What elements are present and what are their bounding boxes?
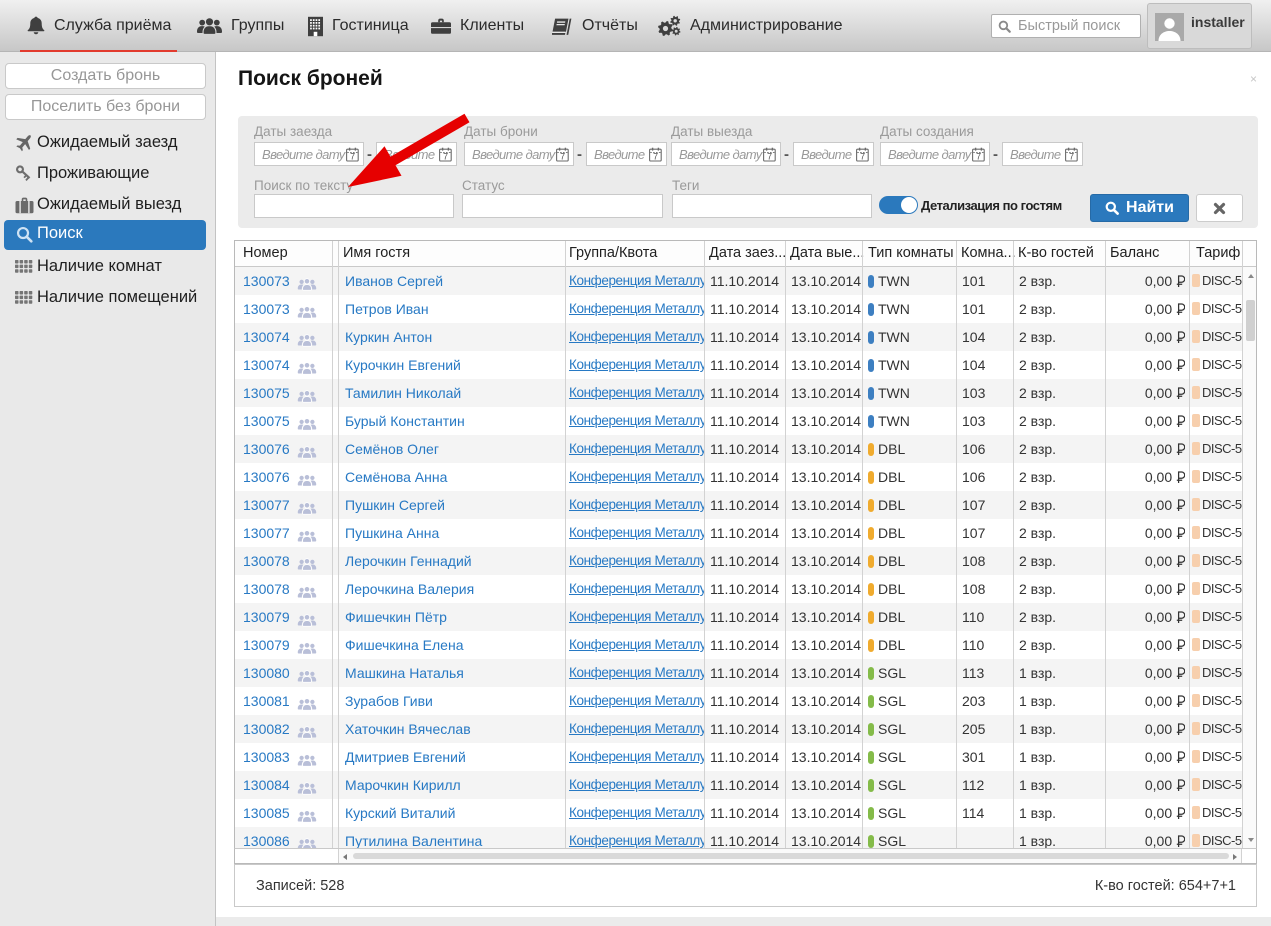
svg-text:7: 7 [767, 152, 772, 162]
svg-text:7: 7 [1069, 152, 1074, 162]
svg-text:7: 7 [560, 152, 565, 162]
svg-text:7: 7 [976, 152, 981, 162]
svg-text:7: 7 [860, 152, 865, 162]
svg-text:7: 7 [653, 152, 658, 162]
